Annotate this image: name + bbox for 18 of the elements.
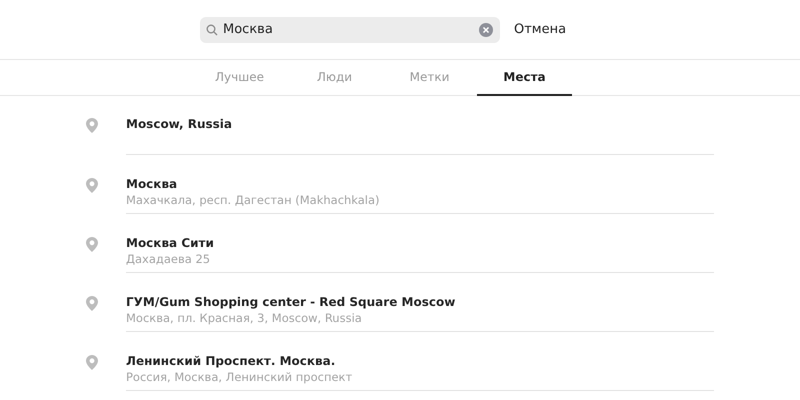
location-pin-icon	[86, 296, 98, 311]
location-pin-icon	[86, 237, 98, 252]
location-pin-icon	[86, 118, 98, 133]
cancel-button[interactable]: Отмена	[508, 20, 572, 39]
place-address: Дахадаева 25	[126, 252, 212, 266]
place-name[interactable]: Ленинский Проспект. Москва.	[126, 354, 352, 368]
place-address: Россия, Москва, Ленинский проспект	[126, 370, 352, 384]
search-field[interactable]: Москва	[200, 16, 500, 42]
clear-icon[interactable]	[479, 22, 493, 36]
place-address: Москва, пл. Красная, 3, Moscow, Russia	[126, 311, 363, 325]
location-pin-icon	[86, 178, 98, 193]
place-name[interactable]: Moscow, Russia	[126, 117, 232, 131]
location-pin-icon	[86, 355, 98, 370]
place-name[interactable]: Москва Сити	[126, 236, 214, 250]
tab[interactable]: Места	[477, 60, 572, 96]
place-name[interactable]: ГУМ/Gum Shopping center - Red Square Moscow	[126, 295, 456, 309]
place-address: Махачкала, респ. Дагестан (Makhachkala)	[126, 193, 380, 207]
place-name[interactable]: Москва	[126, 177, 380, 191]
